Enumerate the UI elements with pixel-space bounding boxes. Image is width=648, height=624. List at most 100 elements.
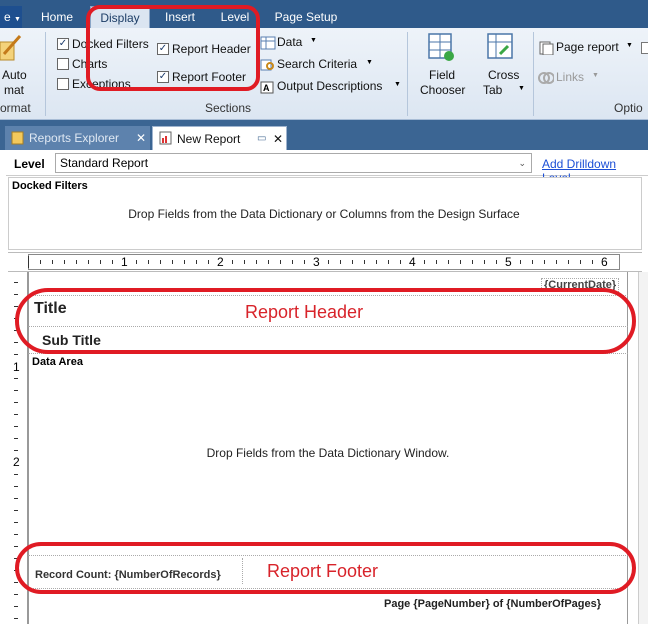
field-chooser-button[interactable]: Field Chooser <box>415 32 469 98</box>
search-criteria-label: Search Criteria <box>277 57 358 71</box>
page-report-label: Page report <box>556 40 619 54</box>
ruler-tick <box>424 260 425 264</box>
ruler-tick <box>268 260 269 264</box>
ruler-tick <box>340 260 341 264</box>
ruler-tick <box>568 260 569 264</box>
output-descriptions-label: Output Descriptions <box>277 79 383 93</box>
ruler-tick <box>448 260 449 264</box>
tab-reports-explorer-label: Reports Explorer <box>29 131 120 145</box>
ruler-tick <box>400 260 401 264</box>
ruler-tick <box>40 260 41 264</box>
output-descriptions-dropdown[interactable]: A Output Descriptions ▼ <box>260 79 402 95</box>
cross-tab-button[interactable]: Cross Tab ▼ <box>478 32 530 98</box>
report-header-annotation: Report Header <box>245 302 364 322</box>
ruler-tick <box>14 474 18 475</box>
level-select[interactable]: Standard Report ⌄ <box>55 153 532 173</box>
ruler-tick <box>14 510 18 511</box>
ruler-tick <box>14 486 18 487</box>
vertical-ruler-label: 2 <box>13 455 20 469</box>
ruler-tick <box>592 260 593 264</box>
ruler-tick <box>352 260 353 264</box>
ruler-tick <box>28 256 29 268</box>
ruler-tick <box>14 522 18 523</box>
table-icon <box>260 36 276 50</box>
level-select-value: Standard Report <box>60 156 149 170</box>
ruler-tick <box>496 260 497 264</box>
ruler-tick <box>14 450 18 451</box>
ruler-tick <box>304 260 305 264</box>
tab-new-report[interactable]: New Report ▭ ✕ <box>152 126 287 150</box>
chevron-down-icon: ▼ <box>310 37 317 44</box>
chevron-down-icon: ▼ <box>518 85 525 92</box>
ruler-tick <box>388 260 389 264</box>
ruler-tick <box>64 260 65 264</box>
format-group-label: ormat <box>0 101 31 115</box>
chevron-down-icon: ▼ <box>626 42 633 49</box>
checkbox-box[interactable] <box>641 42 648 54</box>
close-icon[interactable]: ✕ <box>273 127 283 151</box>
page-number-field[interactable]: Page {PageNumber} of {NumberOfPages} <box>384 598 601 610</box>
ruler-tick <box>14 402 18 403</box>
checkbox-box <box>57 78 69 90</box>
svg-text:A: A <box>263 83 270 93</box>
auto-format-label-1: Auto <box>2 68 27 82</box>
level-label: Level <box>14 157 45 171</box>
reports-explorer-icon <box>11 131 24 145</box>
ruler-tick <box>328 260 329 264</box>
ruler-tick <box>14 534 18 535</box>
ruler-tick <box>148 260 149 264</box>
tab-home[interactable]: Home <box>32 6 82 28</box>
report-footer-annotation: Report Footer <box>267 561 379 581</box>
ruler-label: 6 <box>600 255 609 269</box>
ruler-tick <box>376 260 377 264</box>
search-criteria-dropdown[interactable]: Search Criteria ▼ <box>260 57 380 73</box>
ruler-label: 1 <box>120 255 129 269</box>
ruler-tick <box>14 414 18 415</box>
group-separator <box>45 32 46 116</box>
report-icon <box>159 131 172 145</box>
close-icon[interactable]: ✕ <box>136 126 146 150</box>
cross-tab-label-1: Cross <box>488 68 520 82</box>
ruler-tick <box>136 260 137 264</box>
data-area-hint: Drop Fields from the Data Dictionary Win… <box>206 446 450 460</box>
ruler-tick <box>14 606 18 607</box>
page-report-dropdown[interactable]: Page report ▼ <box>538 40 638 56</box>
ruler-tick <box>112 260 113 264</box>
ruler-label: 5 <box>504 255 513 269</box>
ruler-tick <box>292 260 293 264</box>
file-menu-button[interactable]: e ▼ <box>0 6 22 28</box>
ruler-tick <box>232 260 233 264</box>
page-report-icon <box>539 41 554 55</box>
data-area-title: Data Area <box>32 356 83 368</box>
restore-icon[interactable]: ▭ <box>257 127 266 151</box>
ruler-tick <box>14 390 18 391</box>
chevron-down-icon: ▼ <box>366 59 373 66</box>
chevron-down-icon: ▼ <box>394 81 401 88</box>
ruler-tick <box>14 546 18 547</box>
field-chooser-icon <box>428 33 454 61</box>
chevron-down-icon: ⌄ <box>518 158 526 168</box>
scrollbar-strip[interactable] <box>638 272 648 624</box>
search-criteria-icon <box>260 59 274 71</box>
auto-format-button[interactable]: Auto mat <box>0 32 34 100</box>
ruler-tick <box>580 260 581 264</box>
tab-reports-explorer[interactable]: Reports Explorer ✕ <box>5 126 150 150</box>
ruler-tick <box>532 260 533 264</box>
data-label: Data <box>277 35 303 49</box>
ruler-tick <box>544 260 545 264</box>
sections-group-label: Sections <box>205 101 252 115</box>
tab-new-report-label: New Report <box>177 132 241 146</box>
ruler-tick <box>472 260 473 264</box>
tab-page-setup[interactable]: Page Setup <box>266 6 346 28</box>
auto-format-icon <box>0 35 22 61</box>
ruler-tick <box>14 282 18 283</box>
ruler-tick <box>14 618 18 619</box>
ruler-label: 2 <box>216 255 225 269</box>
ruler-tick <box>14 438 18 439</box>
links-dropdown[interactable]: Links ▼ <box>538 70 608 86</box>
field-chooser-label-2: Chooser <box>420 83 466 97</box>
ruler-tick <box>436 260 437 264</box>
data-dropdown[interactable]: Data ▼ <box>260 35 320 51</box>
file-menu-label: e <box>4 10 11 24</box>
ruler-tick <box>364 260 365 264</box>
